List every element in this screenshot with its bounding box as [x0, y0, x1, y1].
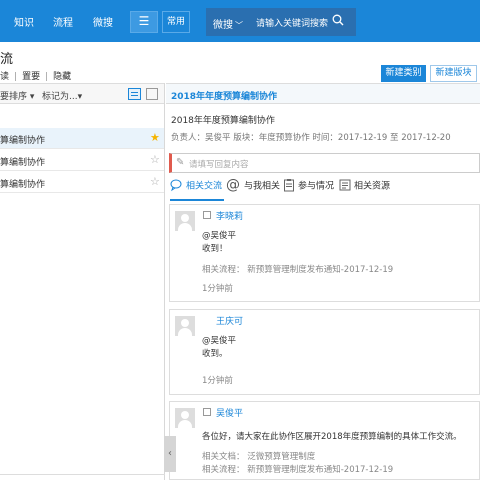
divider — [0, 474, 165, 475]
nav-item-process[interactable]: 流程 — [53, 14, 73, 29]
tab-participation[interactable]: 参与情况 — [282, 178, 334, 192]
sort-dropdown[interactable]: 要排序 ▾ — [0, 89, 34, 102]
post-time: 1分钟前 — [202, 284, 233, 294]
filter-important[interactable]: 置要 — [22, 72, 40, 82]
filter-bar: 读 | 置要 | 隐藏 — [0, 72, 72, 82]
nav-item-knowledge[interactable]: 知识 — [14, 14, 34, 29]
collapse-pane-handle[interactable]: ‹ — [164, 436, 176, 472]
nav-item-weisou[interactable]: 微搜 — [93, 14, 113, 29]
avatar[interactable] — [175, 316, 195, 336]
at-sign-icon: @ — [226, 177, 240, 193]
star-outline-icon[interactable]: ☆ — [150, 175, 160, 188]
document-list-icon — [339, 179, 351, 191]
related-process-link[interactable]: 新预算管理制度发布通知-2017-12-19 — [247, 465, 393, 475]
topic-list-pane: 要排序 ▾ 标记为...▾ 算编制协作 ★ 算编制协作 ☆ 算编制协作 ☆ — [0, 83, 165, 480]
filter-hidden[interactable]: 隐藏 — [53, 72, 71, 82]
star-icon[interactable]: ★ — [150, 131, 160, 144]
topic-header: 2018年年度预算编制协作 — [166, 83, 480, 104]
new-category-button[interactable]: 新建类别 — [381, 65, 426, 82]
search-input[interactable]: 请输入关键词搜索 — [256, 16, 328, 29]
post-body: 各位好，请大家在此协作区展开2018年度预算编制的具体工作交流。 — [202, 432, 462, 442]
related-process-link[interactable]: 新预算管理制度发布通知-2017-12-19 — [247, 265, 393, 275]
post-checkbox[interactable] — [203, 408, 211, 416]
list-view-icon[interactable] — [128, 88, 141, 100]
discussion-post: 王庆可 @吴俊平 收到。 1分钟前 — [169, 309, 480, 395]
search-scope-dropdown[interactable]: 微搜 ﹀ — [213, 16, 243, 31]
topic-meta: 负责人：吴俊平 版块：年度预算协作 时间：2017-12-19 至 2017-1… — [171, 133, 451, 143]
topic-detail-pane: 2018年年度预算编制协作 2018年年度预算编制协作 负责人：吴俊平 版块：年… — [166, 83, 480, 480]
avatar[interactable] — [175, 211, 195, 231]
post-author[interactable]: 李晓莉 — [216, 209, 243, 222]
tab-bar: 相关交流 @ 与我相关 参与情况 相关资源 — [170, 178, 480, 198]
top-navbar: 知识 流程 微搜 ☰ 常用 微搜 ﹀ 请输入关键词搜索 — [0, 0, 480, 42]
pencil-icon: ✎ — [176, 157, 185, 168]
list-item[interactable]: 算编制协作 ★ — [0, 128, 164, 149]
active-tab-indicator — [170, 199, 224, 201]
clipboard-icon — [284, 179, 294, 192]
card-view-icon[interactable] — [146, 88, 158, 100]
mark-as-dropdown[interactable]: 标记为...▾ — [42, 89, 82, 102]
post-mention: @吴俊平 — [202, 231, 237, 241]
reply-placeholder: 请填写回复内容 — [189, 160, 249, 170]
new-block-button[interactable]: 新建版块 — [430, 65, 477, 82]
list-item-label: 算编制协作 — [0, 136, 46, 146]
chevron-down-icon: ﹀ — [235, 21, 243, 30]
topic-title: 2018年年度预算编制协作 — [171, 116, 275, 126]
list-item-label: 算编制协作 — [0, 180, 46, 190]
search-icon[interactable] — [332, 14, 344, 26]
post-time: 1分钟前 — [202, 376, 233, 386]
reply-input[interactable]: ✎ 请填写回复内容 — [169, 153, 480, 173]
list-item[interactable]: 算编制协作 ☆ — [0, 172, 164, 193]
tab-related-to-me[interactable]: @ 与我相关 — [226, 178, 280, 192]
post-author[interactable]: 吴俊平 — [216, 406, 243, 419]
list-toolbar: 要排序 ▾ 标记为...▾ — [0, 83, 164, 104]
tab-related-discussion[interactable]: 相关交流 — [170, 178, 222, 192]
post-body: 收到！ — [202, 244, 228, 254]
discussion-post: 吴俊平 各位好，请大家在此协作区展开2018年度预算编制的具体工作交流。 相关文… — [169, 401, 480, 480]
star-outline-icon[interactable]: ☆ — [150, 153, 160, 166]
post-body: 收到。 — [202, 349, 228, 359]
list-item[interactable]: 算编制协作 ☆ — [0, 150, 164, 171]
avatar[interactable] — [175, 408, 195, 428]
filter-read[interactable]: 读 — [0, 72, 9, 82]
post-checkbox[interactable] — [203, 211, 211, 219]
page-title: 流 — [0, 52, 14, 67]
post-related-process: 相关流程： 新预算管理制度发布通知-2017-12-19 — [202, 265, 394, 275]
post-related-process: 相关流程： 新预算管理制度发布通知-2017-12-19 — [202, 465, 394, 475]
favorites-button[interactable]: 常用 — [162, 11, 190, 33]
post-related-document: 相关文档： 泛微预算管理制度 — [202, 452, 316, 462]
post-mention: @吴俊平 — [202, 336, 237, 346]
post-author[interactable]: 王庆可 — [216, 314, 243, 327]
related-document-link[interactable]: 泛微预算管理制度 — [247, 452, 315, 462]
chat-bubbles-icon — [170, 179, 182, 192]
tab-related-resources[interactable]: 相关资源 — [338, 178, 390, 192]
list-item-label: 算编制协作 — [0, 158, 46, 168]
discussion-post: 李晓莉 @吴俊平 收到！ 相关流程： 新预算管理制度发布通知-2017-12-1… — [169, 204, 480, 302]
hamburger-icon[interactable]: ☰ — [130, 11, 158, 33]
